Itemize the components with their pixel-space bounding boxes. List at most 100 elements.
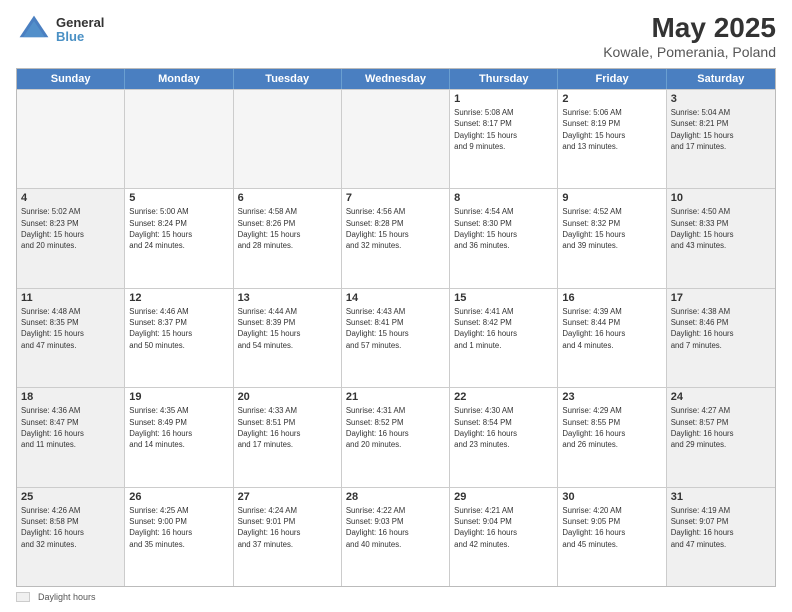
day-number: 6: [238, 192, 337, 204]
logo: General Blue: [16, 12, 104, 48]
header-day-monday: Monday: [125, 69, 233, 89]
day-info: Sunrise: 5:04 AM Sunset: 8:21 PM Dayligh…: [671, 107, 771, 152]
day-info: Sunrise: 5:06 AM Sunset: 8:19 PM Dayligh…: [562, 107, 661, 152]
day-info: Sunrise: 4:26 AM Sunset: 8:58 PM Dayligh…: [21, 505, 120, 550]
day-info: Sunrise: 4:38 AM Sunset: 8:46 PM Dayligh…: [671, 306, 771, 351]
day-cell-7: 7 Sunrise: 4:56 AM Sunset: 8:28 PM Daylig…: [342, 189, 450, 287]
day-info: Sunrise: 4:33 AM Sunset: 8:51 PM Dayligh…: [238, 405, 337, 450]
day-cell-5: 5Sunrise: 5:00 AM Sunset: 8:24 PM Daylig…: [125, 189, 233, 287]
day-number: 27: [238, 491, 337, 503]
day-cell-6: 6 Sunrise: 4:58 AM Sunset: 8:26 PM Daylig…: [234, 189, 342, 287]
empty-cell: [234, 90, 342, 188]
day-info: Sunrise: 4:52 AM Sunset: 8:32 PM Dayligh…: [562, 206, 661, 251]
day-number: 7: [346, 192, 445, 204]
calendar-row-3: 11 Sunrise: 4:48 AM Sunset: 8:35 PM Dayli…: [17, 288, 775, 387]
day-cell-20: 20Sunrise: 4:33 AM Sunset: 8:51 PM Dayli…: [234, 388, 342, 486]
day-cell-29: 29Sunrise: 4:21 AM Sunset: 9:04 PM Dayli…: [450, 488, 558, 586]
day-number: 9: [562, 192, 661, 204]
day-info: Sunrise: 4:27 AM Sunset: 8:57 PM Dayligh…: [671, 405, 771, 450]
day-cell-21: 21 Sunrise: 4:31 AM Sunset: 8:52 PM Dayli…: [342, 388, 450, 486]
day-info: Sunrise: 4:43 AM Sunset: 8:41 PM Dayligh…: [346, 306, 445, 351]
day-number: 22: [454, 391, 553, 403]
day-cell-22: 22 Sunrise: 4:30 AM Sunset: 8:54 PM Dayli…: [450, 388, 558, 486]
logo-text: General Blue: [56, 16, 104, 45]
day-number: 19: [129, 391, 228, 403]
day-cell-26: 26Sunrise: 4:25 AM Sunset: 9:00 PM Dayli…: [125, 488, 233, 586]
day-number: 16: [562, 292, 661, 304]
header-day-friday: Friday: [558, 69, 666, 89]
day-cell-27: 27 Sunrise: 4:24 AM Sunset: 9:01 PM Dayli…: [234, 488, 342, 586]
day-cell-14: 14 Sunrise: 4:43 AM Sunset: 8:41 PM Dayli…: [342, 289, 450, 387]
day-cell-12: 12Sunrise: 4:46 AM Sunset: 8:37 PM Dayli…: [125, 289, 233, 387]
day-number: 2: [562, 93, 661, 105]
day-cell-31: 31 Sunrise: 4:19 AM Sunset: 9:07 PM Dayli…: [667, 488, 775, 586]
day-info: Sunrise: 4:41 AM Sunset: 8:42 PM Dayligh…: [454, 306, 553, 351]
day-number: 24: [671, 391, 771, 403]
day-info: Sunrise: 4:58 AM Sunset: 8:26 PM Dayligh…: [238, 206, 337, 251]
day-number: 3: [671, 93, 771, 105]
day-info: Sunrise: 4:54 AM Sunset: 8:30 PM Dayligh…: [454, 206, 553, 251]
day-info: Sunrise: 5:02 AM Sunset: 8:23 PM Dayligh…: [21, 206, 120, 251]
day-number: 23: [562, 391, 661, 403]
day-cell-9: 9 Sunrise: 4:52 AM Sunset: 8:32 PM Daylig…: [558, 189, 666, 287]
day-cell-2: 2 Sunrise: 5:06 AM Sunset: 8:19 PM Daylig…: [558, 90, 666, 188]
day-info: Sunrise: 4:44 AM Sunset: 8:39 PM Dayligh…: [238, 306, 337, 351]
day-info: Sunrise: 4:39 AM Sunset: 8:44 PM Dayligh…: [562, 306, 661, 351]
calendar-body: 1Sunrise: 5:08 AM Sunset: 8:17 PM Daylig…: [17, 89, 775, 586]
header-day-tuesday: Tuesday: [234, 69, 342, 89]
day-cell-11: 11 Sunrise: 4:48 AM Sunset: 8:35 PM Dayli…: [17, 289, 125, 387]
empty-cell: [125, 90, 233, 188]
main-title: May 2025: [603, 12, 776, 44]
calendar-row-4: 18Sunrise: 4:36 AM Sunset: 8:47 PM Dayli…: [17, 387, 775, 486]
day-info: Sunrise: 4:22 AM Sunset: 9:03 PM Dayligh…: [346, 505, 445, 550]
logo-line1: General: [56, 16, 104, 30]
day-number: 8: [454, 192, 553, 204]
day-info: Sunrise: 4:48 AM Sunset: 8:35 PM Dayligh…: [21, 306, 120, 351]
day-cell-16: 16 Sunrise: 4:39 AM Sunset: 8:44 PM Dayli…: [558, 289, 666, 387]
day-number: 17: [671, 292, 771, 304]
day-number: 10: [671, 192, 771, 204]
subtitle: Kowale, Pomerania, Poland: [603, 44, 776, 60]
day-number: 21: [346, 391, 445, 403]
day-cell-24: 24 Sunrise: 4:27 AM Sunset: 8:57 PM Dayli…: [667, 388, 775, 486]
day-cell-15: 15 Sunrise: 4:41 AM Sunset: 8:42 PM Dayli…: [450, 289, 558, 387]
day-info: Sunrise: 4:25 AM Sunset: 9:00 PM Dayligh…: [129, 505, 228, 550]
day-info: Sunrise: 4:31 AM Sunset: 8:52 PM Dayligh…: [346, 405, 445, 450]
day-cell-25: 25Sunrise: 4:26 AM Sunset: 8:58 PM Dayli…: [17, 488, 125, 586]
day-number: 11: [21, 292, 120, 304]
day-cell-10: 10Sunrise: 4:50 AM Sunset: 8:33 PM Dayli…: [667, 189, 775, 287]
day-info: Sunrise: 4:21 AM Sunset: 9:04 PM Dayligh…: [454, 505, 553, 550]
day-number: 30: [562, 491, 661, 503]
day-cell-30: 30 Sunrise: 4:20 AM Sunset: 9:05 PM Dayli…: [558, 488, 666, 586]
header-day-thursday: Thursday: [450, 69, 558, 89]
day-number: 31: [671, 491, 771, 503]
day-info: Sunrise: 4:35 AM Sunset: 8:49 PM Dayligh…: [129, 405, 228, 450]
day-number: 14: [346, 292, 445, 304]
day-info: Sunrise: 4:30 AM Sunset: 8:54 PM Dayligh…: [454, 405, 553, 450]
day-number: 15: [454, 292, 553, 304]
day-info: Sunrise: 4:46 AM Sunset: 8:37 PM Dayligh…: [129, 306, 228, 351]
day-number: 28: [346, 491, 445, 503]
day-cell-13: 13 Sunrise: 4:44 AM Sunset: 8:39 PM Dayli…: [234, 289, 342, 387]
day-info: Sunrise: 4:36 AM Sunset: 8:47 PM Dayligh…: [21, 405, 120, 450]
header-day-wednesday: Wednesday: [342, 69, 450, 89]
day-info: Sunrise: 4:20 AM Sunset: 9:05 PM Dayligh…: [562, 505, 661, 550]
calendar: SundayMondayTuesdayWednesdayThursdayFrid…: [16, 68, 776, 587]
logo-icon: [16, 12, 52, 48]
calendar-row-2: 4Sunrise: 5:02 AM Sunset: 8:23 PM Daylig…: [17, 188, 775, 287]
logo-line2: Blue: [56, 30, 104, 44]
day-info: Sunrise: 4:19 AM Sunset: 9:07 PM Dayligh…: [671, 505, 771, 550]
day-number: 1: [454, 93, 553, 105]
day-info: Sunrise: 4:24 AM Sunset: 9:01 PM Dayligh…: [238, 505, 337, 550]
day-info: Sunrise: 4:56 AM Sunset: 8:28 PM Dayligh…: [346, 206, 445, 251]
day-cell-19: 19 Sunrise: 4:35 AM Sunset: 8:49 PM Dayli…: [125, 388, 233, 486]
header: General Blue May 2025 Kowale, Pomerania,…: [16, 12, 776, 60]
day-number: 13: [238, 292, 337, 304]
empty-cell: [342, 90, 450, 188]
empty-cell: [17, 90, 125, 188]
calendar-header: SundayMondayTuesdayWednesdayThursdayFrid…: [17, 69, 775, 89]
header-day-sunday: Sunday: [17, 69, 125, 89]
legend: Daylight hours: [16, 592, 776, 602]
day-cell-17: 17 Sunrise: 4:38 AM Sunset: 8:46 PM Dayli…: [667, 289, 775, 387]
calendar-row-5: 25Sunrise: 4:26 AM Sunset: 8:58 PM Dayli…: [17, 487, 775, 586]
